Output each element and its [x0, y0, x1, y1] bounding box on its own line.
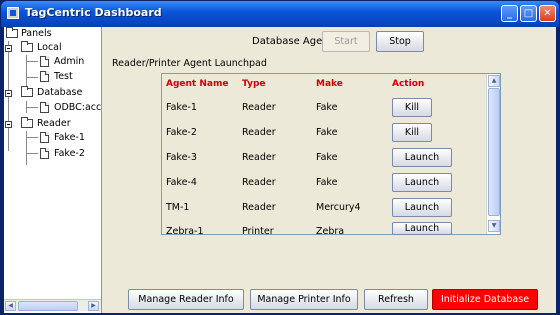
agent-name-cell: Fake-3 — [166, 152, 197, 163]
folder-icon — [21, 41, 33, 52]
scroll-up-icon[interactable]: ▲ — [488, 75, 500, 87]
tree-leaf-admin[interactable]: Admin — [4, 55, 101, 69]
app-icon — [7, 7, 19, 19]
scroll-left-icon[interactable]: ◀ — [5, 301, 16, 311]
tree-root-label: Panels — [21, 28, 52, 39]
bottom-toolbar: Manage Reader Info Manage Printer Info R… — [104, 285, 556, 313]
main-panel: Database Agent: Start Stop Reader/Printe… — [104, 27, 556, 313]
launchpad-table: Agent Name Type Make Action Fake-1 Reade… — [161, 73, 501, 237]
initialize-database-button[interactable]: Initialize Database — [432, 289, 538, 310]
panels-tree[interactable]: Panels Local Admin Test Database ODBC:ac… — [4, 27, 102, 313]
kill-button[interactable]: Kill — [392, 98, 432, 117]
document-icon — [40, 71, 49, 82]
agent-name-cell: Zebra-1 — [166, 226, 204, 237]
launch-button[interactable]: Launch — [392, 222, 452, 235]
start-button[interactable]: Start — [322, 31, 370, 52]
app-window: TagCentric Dashboard _ □ ✕ Panels Local … — [0, 0, 560, 315]
kill-button[interactable]: Kill — [392, 123, 432, 142]
tree-leaf-odbc[interactable]: ODBC:acc — [4, 101, 101, 115]
agent-type-cell: Printer — [242, 226, 274, 237]
table-vertical-scrollbar[interactable]: ▲ ▼ — [486, 74, 500, 234]
tree-leaf-label: Fake-1 — [54, 132, 85, 143]
scroll-right-icon[interactable]: ▶ — [88, 301, 99, 311]
tree-node-label: Reader — [37, 118, 71, 129]
agent-type-cell: Reader — [242, 202, 276, 213]
agent-make-cell: Mercury4 — [316, 202, 361, 213]
agent-type-cell: Reader — [242, 102, 276, 113]
tree-node-label: Local — [37, 42, 62, 53]
agent-name-cell: TM-1 — [166, 202, 190, 213]
close-button[interactable]: ✕ — [539, 5, 556, 22]
launch-button[interactable]: Launch — [392, 148, 452, 167]
agent-type-cell: Reader — [242, 177, 276, 188]
agent-make-cell: Fake — [316, 102, 338, 113]
tree-node-database[interactable]: Database — [4, 86, 101, 100]
agent-make-cell: Fake — [316, 177, 338, 188]
tree-leaf-label: ODBC:acc — [54, 102, 101, 113]
document-icon — [40, 102, 49, 113]
agent-name-cell: Fake-2 — [166, 127, 197, 138]
agent-make-cell: Fake — [316, 152, 338, 163]
manage-printer-info-button[interactable]: Manage Printer Info — [250, 289, 358, 310]
folder-icon — [21, 86, 33, 97]
tree-leaf-label: Fake-2 — [54, 148, 85, 159]
maximize-button[interactable]: □ — [520, 5, 537, 22]
column-header: Action — [392, 79, 425, 89]
launch-button[interactable]: Launch — [392, 198, 452, 217]
tree-horizontal-scrollbar[interactable]: ◀ ▶ — [4, 299, 101, 311]
agent-type-cell: Reader — [242, 127, 276, 138]
tree-leaf-fake-1[interactable]: Fake-1 — [4, 131, 101, 145]
agent-name-cell: Fake-1 — [166, 102, 197, 113]
tree-leaf-test[interactable]: Test — [4, 70, 101, 84]
scroll-thumb[interactable] — [18, 301, 78, 311]
tree-node-local[interactable]: Local — [4, 41, 101, 55]
scroll-down-icon[interactable]: ▼ — [488, 220, 500, 232]
column-header: Type — [242, 79, 266, 89]
title-bar[interactable]: TagCentric Dashboard _ □ ✕ — [1, 1, 559, 27]
refresh-button[interactable]: Refresh — [364, 289, 428, 310]
collapse-toggle-icon[interactable] — [5, 121, 12, 128]
minimize-button[interactable]: _ — [501, 5, 518, 22]
tree-leaf-label: Test — [54, 71, 73, 82]
agent-make-cell: Fake — [316, 127, 338, 138]
folder-icon — [21, 117, 33, 128]
column-header: Agent Name — [166, 79, 229, 89]
tree-node-reader[interactable]: Reader — [4, 117, 101, 131]
manage-reader-info-button[interactable]: Manage Reader Info — [128, 289, 244, 310]
client-area: Panels Local Admin Test Database ODBC:ac… — [4, 27, 556, 313]
scroll-thumb[interactable] — [488, 88, 500, 216]
folder-icon — [6, 27, 18, 38]
tree-leaf-label: Admin — [54, 56, 85, 67]
agent-make-cell: Zebra — [316, 226, 345, 237]
tree-leaf-fake-2[interactable]: Fake-2 — [4, 147, 101, 161]
tree-node-label: Database — [37, 87, 83, 98]
launch-button[interactable]: Launch — [392, 173, 452, 192]
launchpad-title: Reader/Printer Agent Launchpad — [112, 58, 267, 69]
collapse-toggle-icon[interactable] — [5, 90, 12, 97]
document-icon — [40, 56, 49, 67]
collapse-toggle-icon[interactable] — [5, 45, 12, 52]
agent-type-cell: Reader — [242, 152, 276, 163]
tree-root[interactable]: Panels — [4, 27, 101, 41]
column-header: Make — [316, 79, 343, 89]
document-icon — [40, 132, 49, 143]
stop-button[interactable]: Stop — [376, 31, 424, 52]
document-icon — [40, 148, 49, 159]
window-title: TagCentric Dashboard — [25, 6, 162, 19]
agent-name-cell: Fake-4 — [166, 177, 197, 188]
